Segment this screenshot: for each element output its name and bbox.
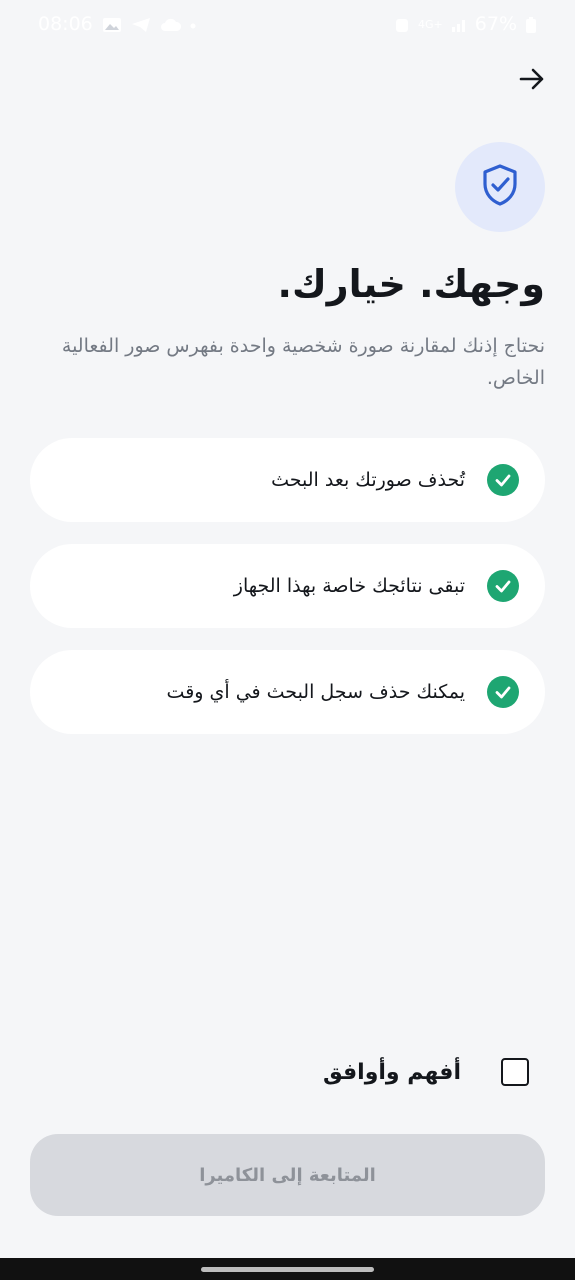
feature-text: تبقى نتائجك خاصة بهذا الجهاز [233,575,465,597]
alarm-icon [394,16,410,32]
check-circle-icon [487,676,519,708]
list-item: يمكنك حذف سجل البحث في أي وقت [30,650,545,734]
page-subtitle: نحتاج إذنك لمقارنة صورة شخصية واحدة بفهر… [61,335,545,389]
dot-icon [189,16,197,32]
telegram-icon [131,16,151,32]
agree-checkbox[interactable] [501,1058,529,1086]
check-circle-icon [487,464,519,496]
status-bar: 08:06 4G+ 67% [0,0,575,48]
back-button[interactable] [515,64,549,98]
status-time: 08:06 [38,13,93,35]
list-item: تبقى نتائجك خاصة بهذا الجهاز [30,544,545,628]
privacy-badge [455,142,545,232]
status-right: 4G+ 67% [394,12,537,36]
continue-to-camera-button[interactable]: المتابعة إلى الكاميرا [30,1134,545,1216]
agree-row[interactable]: أفهم وأوافق [323,1058,529,1086]
feature-list: تُحذف صورتك بعد البحث تبقى نتائجك خاصة ب… [30,438,545,756]
signal-icon [451,16,467,32]
shield-check-icon [480,163,520,211]
battery-icon [525,16,537,33]
cloud-icon [160,16,181,32]
feature-text: يمكنك حذف سجل البحث في أي وقت [166,681,465,703]
feature-text: تُحذف صورتك بعد البحث [271,469,465,491]
consent-screen: 08:06 4G+ 67% وجهك. خيارك. نحتاج إذنك لم… [0,0,575,1280]
gallery-icon [102,16,122,32]
home-indicator[interactable] [201,1267,374,1272]
navigation-bar [0,1258,575,1280]
page-title: وجهك. خيارك. [277,262,545,306]
list-item: تُحذف صورتك بعد البحث [30,438,545,522]
battery-percent: 67% [474,13,517,35]
status-left: 08:06 [38,12,197,36]
check-circle-icon [487,570,519,602]
network-type: 4G+ [418,17,443,31]
arrow-right-icon [518,65,546,97]
agree-label[interactable]: أفهم وأوافق [323,1060,461,1085]
